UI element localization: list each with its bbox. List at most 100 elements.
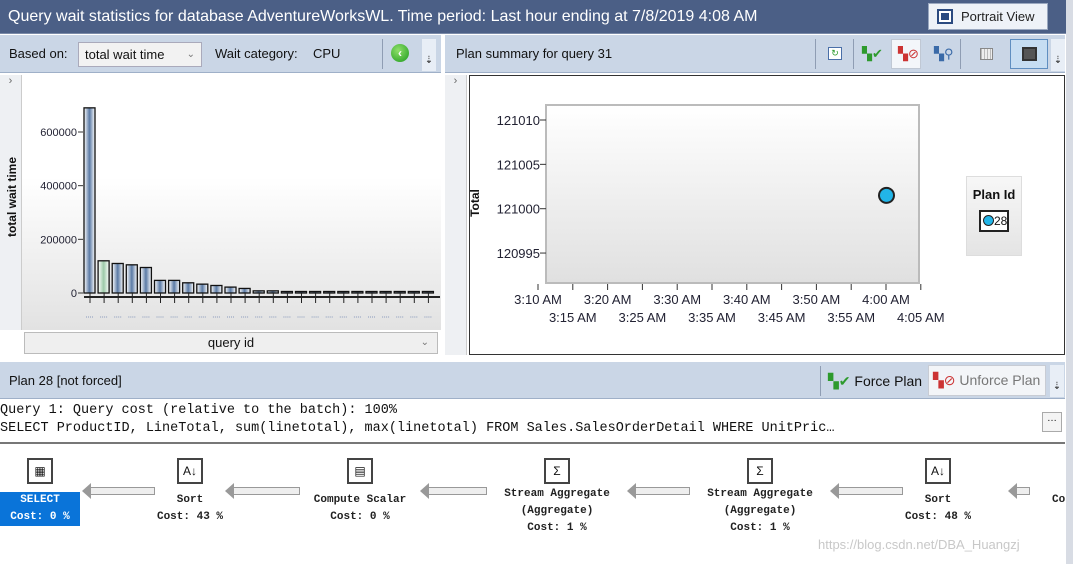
- wait-category-value: CPU: [313, 46, 341, 61]
- based-on-label: Based on:: [9, 46, 68, 61]
- right-toolbar: Plan summary for query 31 ↻ ▚✔ ▚⊘ ▚⚲ ⇣: [445, 35, 1065, 73]
- plan-operator[interactable]: A↓ Sort Cost: 48 %: [868, 458, 1008, 526]
- bar: [111, 262, 124, 294]
- based-on-value: total wait time: [85, 47, 165, 62]
- overflow-icon[interactable]: ⇣: [1050, 365, 1064, 397]
- y-tick-label: 0: [71, 288, 77, 300]
- compare-plans-button[interactable]: ▚⚲: [927, 39, 957, 69]
- x-axis-dropdown[interactable]: query id ⌄: [24, 332, 438, 354]
- y-tick-label: 600000: [40, 127, 77, 139]
- y-tick-label: 200000: [40, 234, 77, 246]
- force-plan-button[interactable]: ▚✔ Force Plan: [826, 366, 922, 396]
- legend-item[interactable]: 28: [979, 210, 1009, 232]
- bar: [224, 286, 237, 294]
- y-axis-label: Total: [468, 189, 482, 217]
- portrait-view-button[interactable]: Portrait View: [928, 3, 1048, 30]
- x-tick-label: 4:00 AM: [862, 292, 910, 307]
- unforce-plan-button[interactable]: ▚⊘ Unforce Plan: [928, 365, 1046, 396]
- y-axis-label-container: total wait time: [2, 120, 22, 280]
- plan-operator[interactable]: Σ Stream Aggregate (Aggregate) Cost: 1 %: [690, 458, 830, 537]
- x-tick-label: 3:30 AM: [653, 292, 701, 307]
- y-tick-label: 121000: [497, 202, 540, 217]
- x-tick-label: 3:40 AM: [723, 292, 771, 307]
- chart-view-button[interactable]: [1010, 39, 1048, 69]
- plan-operator[interactable]: Σ Stream Aggregate (Aggregate) Cost: 1 %: [487, 458, 627, 537]
- x-tick-label: 3:55 AM: [827, 310, 875, 325]
- separator: [960, 39, 961, 69]
- x-tick-label: 3:35 AM: [688, 310, 736, 325]
- x-tick-label: 3:15 AM: [549, 310, 597, 325]
- plan-operator-name: Sort: [924, 494, 952, 506]
- plan-arrow: [1008, 483, 1030, 499]
- bar: [252, 290, 265, 294]
- plan-operator-name: SELECT: [20, 494, 60, 506]
- separator: [820, 366, 821, 396]
- chevron-down-icon: ⌄: [186, 49, 195, 60]
- based-on-dropdown[interactable]: total wait time ⌄: [78, 42, 202, 67]
- chart-view-icon: [1022, 47, 1037, 61]
- unforce-plan-icon: ▚⊘: [898, 46, 919, 61]
- bar: [351, 290, 364, 294]
- overflow-icon[interactable]: ⇣: [422, 39, 436, 71]
- bar: [238, 287, 251, 294]
- bar: [407, 290, 420, 294]
- plan-operator-detail: Cost: 48 %: [904, 511, 971, 523]
- force-plan-icon: ▚✔: [862, 46, 883, 61]
- plan-arrow: [627, 483, 690, 499]
- bar: [421, 290, 435, 294]
- portrait-view-label: Portrait View: [961, 9, 1035, 24]
- divider: [0, 442, 1065, 444]
- stream-aggregate-icon: Σ: [747, 458, 773, 484]
- plan-operator[interactable]: ▤ Compute Scalar Cost: 0 %: [290, 458, 430, 526]
- grid-view-icon: [980, 48, 993, 60]
- separator: [815, 39, 816, 69]
- overflow-icon[interactable]: ⇣: [1051, 39, 1065, 71]
- bar: [280, 290, 294, 294]
- chevron-down-icon: ⌄: [420, 337, 429, 348]
- wait-category-label: Wait category:: [215, 46, 298, 61]
- x-tick-label: 3:45 AM: [758, 310, 806, 325]
- left-toolbar: Based on: total wait time ⌄ Wait category…: [0, 35, 441, 73]
- x-tick-label: 3:50 AM: [793, 292, 841, 307]
- y-tick-label: 121005: [497, 157, 540, 172]
- unforce-plan-icon: ▚⊘: [933, 372, 956, 388]
- bar: [210, 284, 223, 294]
- bar: [125, 264, 138, 294]
- plan-operator-name: Stream Aggregate: [707, 488, 813, 500]
- plan-operator-detail: Cost: 1 %: [730, 522, 790, 534]
- window-title: Query wait statistics for database Adven…: [0, 0, 1073, 34]
- refresh-button[interactable]: ↻: [820, 39, 850, 69]
- unforce-plan-toolbar-button[interactable]: ▚⊘: [891, 39, 921, 69]
- query-text: Query 1: Query cost (relative to the bat…: [0, 402, 1040, 438]
- portrait-view-icon: [937, 9, 953, 24]
- expand-right-panel-icon[interactable]: ›: [445, 75, 467, 355]
- bar: [139, 266, 153, 294]
- plan-scatter-chart: 120995 121000 121005 121010 3:10 AM 3:15 AM 3:…: [468, 75, 1065, 355]
- bar: [266, 290, 279, 294]
- scrollbar[interactable]: [1066, 0, 1073, 564]
- plan-operator-detail: Cost: 0 %: [10, 511, 70, 523]
- force-plan-label: Force Plan: [854, 373, 923, 389]
- title-text: Query wait statistics for database Adven…: [8, 8, 758, 25]
- data-point: [878, 186, 895, 204]
- bar: [393, 290, 406, 294]
- force-plan-icon: ▚✔: [828, 373, 851, 389]
- back-icon[interactable]: ‹: [391, 44, 409, 62]
- y-tick-label: 400000: [40, 181, 77, 193]
- refresh-icon: ↻: [828, 47, 842, 60]
- bar: [294, 290, 308, 294]
- bar: [153, 279, 167, 294]
- bar: [365, 290, 378, 294]
- plan-operator-name: Compute Scalar: [313, 494, 407, 506]
- force-plan-toolbar-button[interactable]: ▚✔: [855, 39, 885, 69]
- legend-label: 28: [994, 214, 1008, 228]
- legend-marker-icon: [983, 215, 994, 226]
- bar: [97, 260, 110, 294]
- plan-operator-detail: (Aggregate): [723, 505, 797, 517]
- bar: [379, 290, 392, 294]
- grid-view-button[interactable]: [971, 39, 1001, 69]
- wait-time-bar-chart: 0 200000 400000 600000: [22, 75, 441, 330]
- sort-icon: A↓: [177, 458, 203, 484]
- expand-query-button[interactable]: …: [1042, 412, 1062, 432]
- plan-operator-name: Stream Aggregate: [504, 488, 610, 500]
